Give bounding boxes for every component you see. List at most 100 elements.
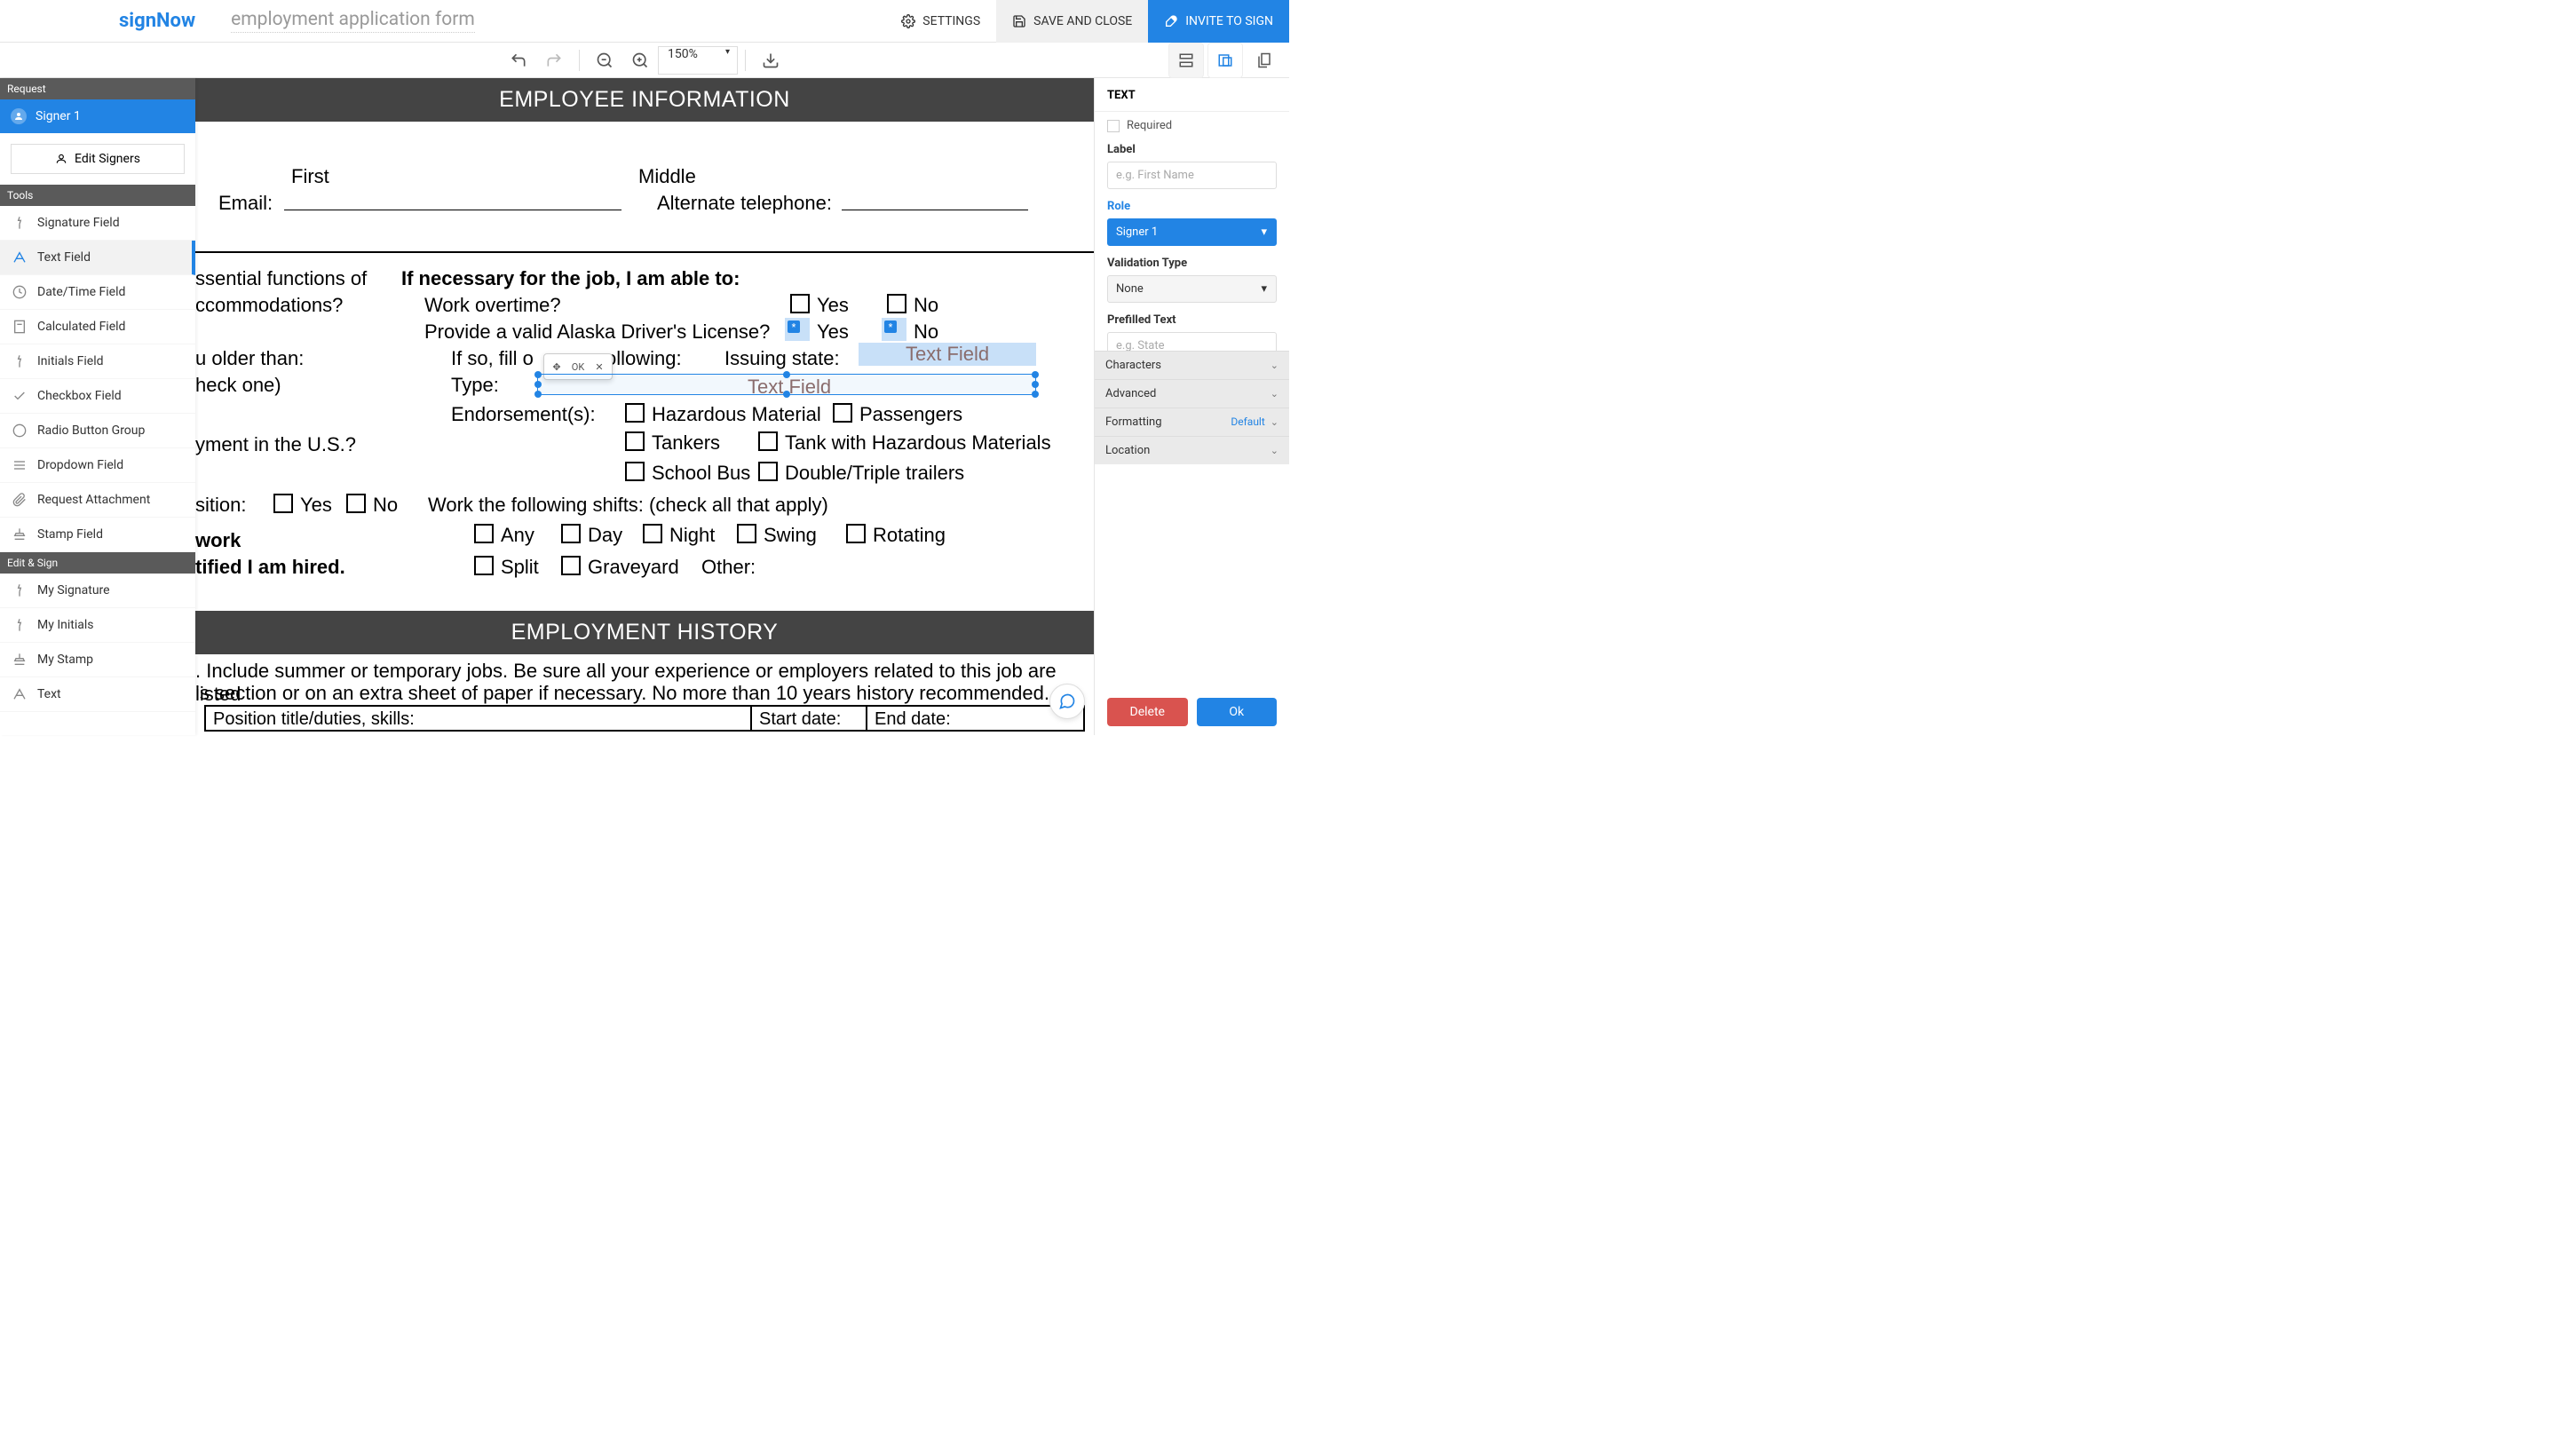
document-page: EMPLOYEE INFORMATION First Middle Email:…	[195, 78, 1094, 735]
text-fragment: u older than:	[195, 347, 304, 370]
section-edit-sign-header: Edit & Sign	[0, 552, 195, 574]
separator	[579, 50, 580, 71]
tool-label: Signature Field	[37, 216, 120, 230]
ok-button[interactable]: Ok	[1197, 698, 1278, 726]
view-mode-button[interactable]	[1207, 43, 1243, 78]
tool-initials-field[interactable]: Initials Field	[0, 344, 195, 379]
save-icon	[1012, 14, 1026, 28]
collapsible-label: Location	[1105, 444, 1150, 457]
text-fragment: work	[195, 529, 241, 552]
chevron-down-icon: ⌄	[1271, 416, 1278, 428]
validation-select[interactable]: None	[1107, 275, 1277, 303]
collapsible-location[interactable]: Location ⌄	[1095, 436, 1289, 464]
tool-label: My Signature	[37, 583, 110, 597]
tool-dropdown-field[interactable]: Dropdown Field	[0, 448, 195, 483]
label-yes: Yes	[300, 494, 332, 517]
label-input[interactable]	[1107, 162, 1277, 189]
undo-button[interactable]	[501, 43, 536, 78]
checkbox	[625, 403, 645, 423]
text-fragment: yment in the U.S.?	[195, 433, 356, 456]
zoom-select[interactable]: 150%	[658, 46, 738, 75]
collapsible-advanced[interactable]: Advanced ⌄	[1095, 379, 1289, 408]
tool-label: My Stamp	[37, 653, 93, 667]
checkbox	[273, 494, 293, 513]
chevron-down-icon: ⌄	[1271, 360, 1278, 371]
tool-stamp-field[interactable]: Stamp Field	[0, 518, 195, 552]
signature-icon	[12, 583, 27, 597]
properties-header: TEXT	[1095, 78, 1289, 112]
text-icon	[12, 250, 27, 265]
prefilled-input[interactable]	[1107, 332, 1277, 351]
document-title[interactable]: employment application form	[231, 9, 475, 33]
delete-button[interactable]: Delete	[1107, 698, 1188, 726]
tool-label: Calculated Field	[37, 320, 125, 334]
validation-label: Validation Type	[1107, 257, 1277, 270]
tool-checkbox-field[interactable]: Checkbox Field	[0, 379, 195, 414]
signer-row[interactable]: Signer 1	[0, 99, 195, 133]
label-other: Other:	[701, 556, 756, 579]
text-fragment: tified I am hired.	[195, 556, 345, 579]
editsign-my-signature[interactable]: My Signature	[0, 574, 195, 608]
layout-button[interactable]	[1168, 43, 1204, 78]
checkbox	[643, 524, 662, 543]
checkbox-field-yes[interactable]: *	[785, 318, 810, 341]
signature-icon	[12, 216, 27, 230]
col-end-date: End date:	[867, 707, 1083, 730]
collapsible-label: Characters	[1105, 359, 1161, 372]
invite-to-sign-button[interactable]: INVITE TO SIGN	[1148, 0, 1289, 43]
checkbox	[737, 524, 756, 543]
tool-datetime-field[interactable]: Date/Time Field	[0, 275, 195, 310]
checkbox-field-no[interactable]: *	[882, 318, 906, 341]
editsign-my-initials[interactable]: My Initials	[0, 608, 195, 643]
checkbox	[474, 524, 494, 543]
chat-icon	[1058, 692, 1076, 710]
question-overtime: Work overtime?	[424, 294, 561, 317]
separator-line	[195, 251, 1094, 253]
collapsible-characters[interactable]: Characters ⌄	[1095, 351, 1289, 379]
tool-label: My Initials	[37, 618, 94, 632]
required-label: Required	[1127, 119, 1172, 132]
pages-button[interactable]	[1247, 43, 1282, 78]
collapsible-formatting[interactable]: FormattingDefault⌄	[1095, 408, 1289, 436]
editsign-my-stamp[interactable]: My Stamp	[0, 643, 195, 677]
tool-label: Checkbox Field	[37, 389, 122, 403]
collapsible-label: Formatting	[1105, 415, 1162, 429]
label-first: First	[291, 165, 329, 188]
prefilled-label: Prefilled Text	[1107, 313, 1277, 327]
zoom-value: 150%	[668, 47, 698, 61]
chat-help-button[interactable]	[1049, 684, 1085, 719]
redo-button[interactable]	[536, 43, 572, 78]
checkbox	[625, 462, 645, 481]
download-button[interactable]	[753, 43, 788, 78]
edit-signers-button[interactable]: Edit Signers	[11, 144, 185, 174]
editor-toolbar: 150%	[0, 43, 1289, 78]
label-yes: Yes	[817, 294, 849, 317]
settings-button[interactable]: SETTINGS	[885, 0, 996, 43]
tool-label: Stamp Field	[37, 527, 103, 542]
collapsible-label: Advanced	[1105, 387, 1156, 400]
required-checkbox[interactable]	[1107, 120, 1120, 132]
save-close-button[interactable]: SAVE AND CLOSE	[996, 0, 1148, 43]
zoom-out-button[interactable]	[587, 43, 622, 78]
role-label: Role	[1107, 200, 1277, 213]
tool-label: Date/Time Field	[37, 285, 125, 299]
properties-footer: Delete Ok	[1095, 689, 1289, 735]
chevron-down-icon: ⌄	[1271, 445, 1278, 456]
tool-text-field[interactable]: Text Field	[0, 241, 195, 275]
tool-signature-field[interactable]: Signature Field	[0, 206, 195, 241]
document-canvas[interactable]: EMPLOYEE INFORMATION First Middle Email:…	[195, 78, 1094, 735]
chevron-down-icon: ⌄	[1271, 388, 1278, 400]
label-swing: Swing	[764, 524, 817, 547]
editsign-text[interactable]: Text	[0, 677, 195, 712]
zoom-in-button[interactable]	[622, 43, 658, 78]
tool-radio-button-group[interactable]: Radio Button Group	[0, 414, 195, 448]
tool-request-attachment[interactable]: Request Attachment	[0, 483, 195, 518]
banner-employment-history: EMPLOYMENT HISTORY	[195, 611, 1094, 654]
label-tankers: Tankers	[652, 431, 720, 455]
role-select[interactable]: Signer 1	[1107, 218, 1277, 246]
label-rotating: Rotating	[873, 524, 946, 547]
toolbar-center: 150%	[501, 43, 788, 78]
tool-calculated-field[interactable]: Calculated Field	[0, 310, 195, 344]
required-row[interactable]: Required	[1107, 119, 1277, 132]
tool-label: Radio Button Group	[37, 423, 145, 438]
